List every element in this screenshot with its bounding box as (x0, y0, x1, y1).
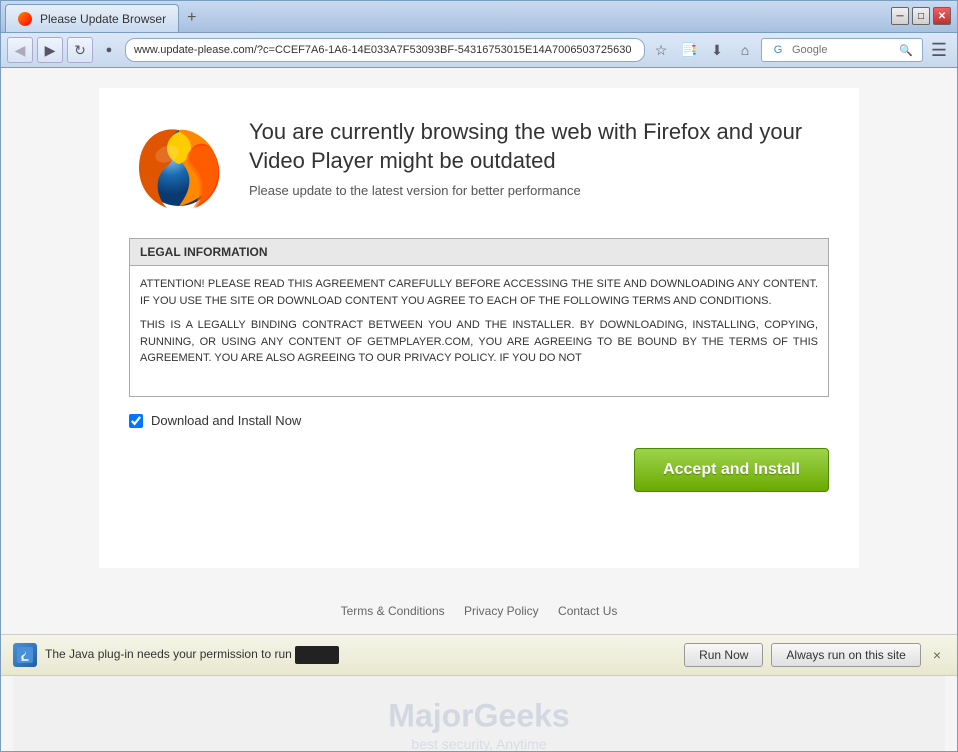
downloads-icon[interactable]: ⬇ (705, 38, 729, 62)
refresh-button[interactable]: ↻ (67, 37, 93, 63)
java-icon (13, 643, 37, 667)
browser-window: Please Update Browser + ─ □ ✕ ◀ ▶ ↻ ● ☆ … (0, 0, 958, 752)
footer-links: Terms & Conditions Privacy Policy Contac… (1, 588, 957, 634)
accept-install-button[interactable]: Accept and Install (634, 448, 829, 492)
plugin-close-button[interactable]: × (929, 647, 945, 663)
main-content-box: You are currently browsing the web with … (99, 88, 859, 568)
browser-tab[interactable]: Please Update Browser (5, 4, 179, 32)
header-subtext: Please update to the latest version for … (249, 183, 829, 198)
legal-title: LEGAL INFORMATION (140, 245, 268, 259)
privacy-link[interactable]: Privacy Policy (464, 604, 539, 618)
tab-bar: Please Update Browser + (5, 0, 204, 32)
header-section: You are currently browsing the web with … (129, 118, 829, 218)
ad-watermark: MajorGeeks (388, 698, 569, 735)
main-headline: You are currently browsing the web with … (249, 118, 829, 175)
legal-header: LEGAL INFORMATION (130, 239, 828, 266)
forward-button[interactable]: ▶ (37, 37, 63, 63)
legal-paragraph-1: ATTENTION! PLEASE READ THIS AGREEMENT CA… (140, 276, 818, 309)
firefox-logo (129, 118, 229, 218)
contact-link[interactable]: Contact Us (558, 604, 617, 618)
home-icon[interactable]: ⌂ (733, 38, 757, 62)
checkbox-label: Download and Install Now (151, 413, 301, 428)
stop-button[interactable]: ● (97, 38, 121, 62)
legal-box: LEGAL INFORMATION ATTENTION! PLEASE READ… (129, 238, 829, 397)
tab-add-button[interactable]: + (179, 4, 204, 32)
close-button[interactable]: ✕ (933, 7, 951, 25)
legal-paragraph-2: THIS IS A LEGALLY BINDING CONTRACT BETWE… (140, 317, 818, 367)
plugin-bar: The Java plug-in needs your permission t… (1, 634, 957, 676)
window-controls: ─ □ ✕ (891, 7, 951, 25)
plugin-message: The Java plug-in needs your permission t… (45, 647, 292, 661)
maximize-button[interactable]: □ (912, 7, 930, 25)
google-search-icon: G (766, 38, 790, 62)
search-wrapper: G 🔍 (761, 38, 923, 62)
ad-watermark-sub: best security, Anytime (411, 736, 546, 751)
always-run-button[interactable]: Always run on this site (771, 643, 920, 667)
legal-scroll-area[interactable]: ATTENTION! PLEASE READ THIS AGREEMENT CA… (130, 266, 828, 396)
plugin-text: The Java plug-in needs your permission t… (45, 646, 676, 664)
minimize-button[interactable]: ─ (891, 7, 909, 25)
tab-favicon (18, 12, 32, 26)
checkbox-row: Download and Install Now (129, 413, 829, 428)
header-text: You are currently browsing the web with … (249, 118, 829, 198)
ad-area: MajorGeeks best security, Anytime (13, 676, 945, 751)
search-input[interactable] (792, 44, 892, 56)
bookmark-star-icon[interactable]: ☆ (649, 38, 673, 62)
download-checkbox[interactable] (129, 414, 143, 428)
tab-title: Please Update Browser (40, 12, 166, 26)
title-bar: Please Update Browser + ─ □ ✕ (1, 1, 957, 33)
run-now-button[interactable]: Run Now (684, 643, 763, 667)
page-content: You are currently browsing the web with … (1, 68, 957, 751)
terms-link[interactable]: Terms & Conditions (341, 604, 445, 618)
navigation-bar: ◀ ▶ ↻ ● ☆ 📑 ⬇ ⌂ G 🔍 ☰ (1, 33, 957, 68)
bookmark-icon[interactable]: 📑 (677, 38, 701, 62)
menu-icon[interactable]: ☰ (927, 38, 951, 62)
search-submit-icon[interactable]: 🔍 (894, 38, 918, 62)
url-bar[interactable] (125, 38, 645, 62)
back-button[interactable]: ◀ (7, 37, 33, 63)
plugin-black-bar (295, 646, 339, 664)
